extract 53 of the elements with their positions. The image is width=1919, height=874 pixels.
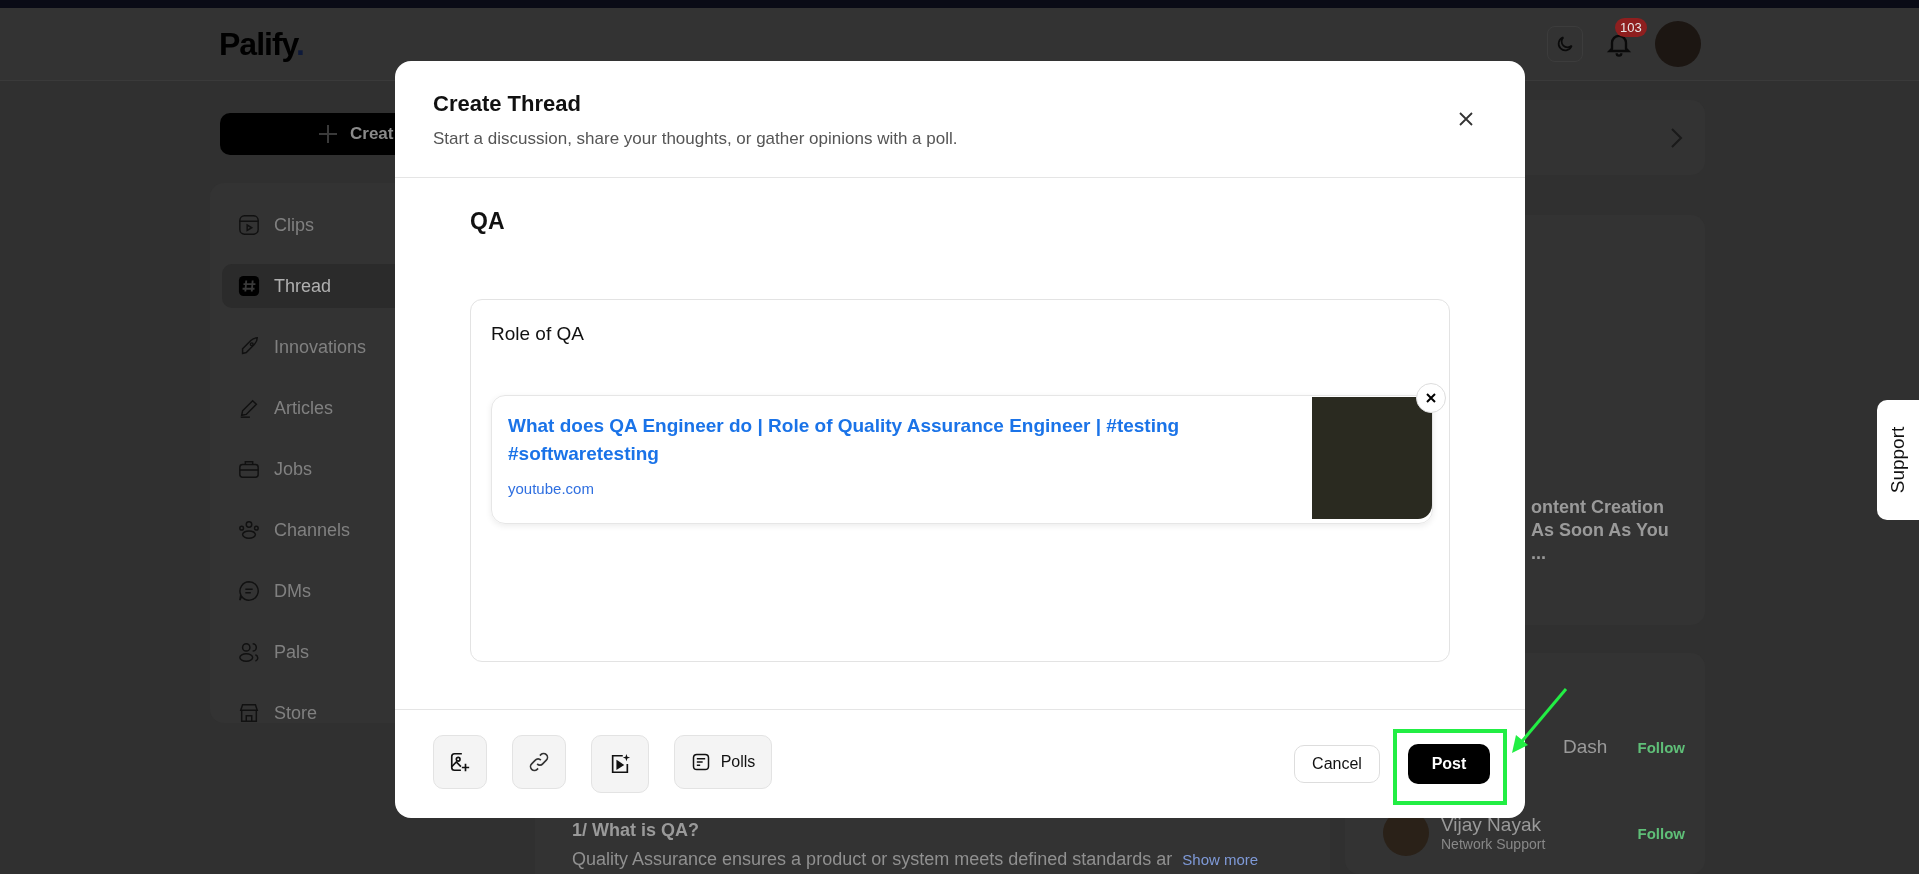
thread-body-editor[interactable]: Role of QA What does QA Engineer do | Role of Quality Assurance Engineer | #testing #softwaretesting youtube.com — [470, 299, 1450, 662]
sidebar-label: Channels — [274, 519, 351, 541]
sidebar-label: Articles — [274, 397, 333, 419]
video-button[interactable] — [591, 735, 649, 793]
link-button[interactable] — [512, 735, 566, 789]
add-image-button[interactable] — [433, 735, 487, 789]
sidebar-label: Jobs — [274, 458, 313, 480]
sidebar-item[interactable]: Store — [222, 691, 498, 735]
polls-button[interactable]: Polls — [674, 735, 772, 789]
support-tab[interactable]: Support — [1877, 400, 1919, 520]
body-text: Role of QA — [491, 323, 585, 345]
trending-title: ontent Creation — [1531, 496, 1665, 519]
video-sparkle-icon — [609, 753, 631, 775]
sidebar-label: Thread — [274, 275, 332, 297]
sidebar-label: Pals — [274, 641, 309, 663]
remove-preview-button[interactable] — [1416, 383, 1446, 413]
notification-badge: 103 — [1615, 18, 1647, 37]
plus-icon — [318, 124, 338, 144]
pencil-icon — [238, 397, 260, 419]
users-icon — [238, 641, 260, 663]
trending-title: As Soon As You — [1531, 519, 1669, 542]
link-title[interactable]: What does QA Engineer do | Role of Quality Assurance Engineer | #testing #softwaretesting — [508, 412, 1296, 468]
link-preview-card[interactable]: What does QA Engineer do | Role of Quality Assurance Engineer | #testing #softwaretesting youtube.com — [491, 395, 1433, 524]
thread-title-field[interactable]: QA — [470, 208, 1450, 235]
chat-icon — [238, 580, 260, 602]
sidebar-label: Innovations — [274, 336, 367, 358]
user-role: Network Support — [1441, 836, 1547, 852]
post-heading: 1/ What is QA? — [572, 820, 700, 841]
theme-toggle-button[interactable] — [1547, 26, 1583, 62]
moon-icon — [1555, 34, 1575, 54]
user-name[interactable]: Vijay Nayak — [1441, 814, 1626, 836]
store-icon — [238, 702, 260, 724]
people-icon — [238, 519, 260, 541]
close-icon[interactable] — [1459, 112, 1473, 126]
list-icon — [690, 752, 711, 772]
briefcase-icon — [238, 458, 260, 480]
image-plus-icon — [449, 751, 471, 773]
show-more-link[interactable]: Show more — [1182, 851, 1259, 868]
link-domain: youtube.com — [508, 480, 595, 497]
video-icon — [238, 214, 260, 236]
sidebar-label: Store — [274, 702, 318, 724]
post-text: Quality Assurance ensures a product or system meets defined standards ar — [572, 849, 1173, 870]
hash-icon — [238, 275, 260, 297]
trending-title: ... — [1531, 542, 1547, 565]
follow-link[interactable]: Follow — [1637, 824, 1685, 842]
link-icon — [528, 751, 550, 773]
post-button[interactable]: Post — [1408, 744, 1490, 784]
user-name[interactable]: Dash — [1563, 736, 1626, 758]
follow-link[interactable]: Follow — [1637, 738, 1685, 756]
cancel-button[interactable]: Cancel — [1294, 745, 1380, 783]
sidebar-label: Clips — [274, 214, 314, 236]
sidebar-label: DMs — [274, 580, 311, 602]
close-icon — [1426, 393, 1436, 403]
